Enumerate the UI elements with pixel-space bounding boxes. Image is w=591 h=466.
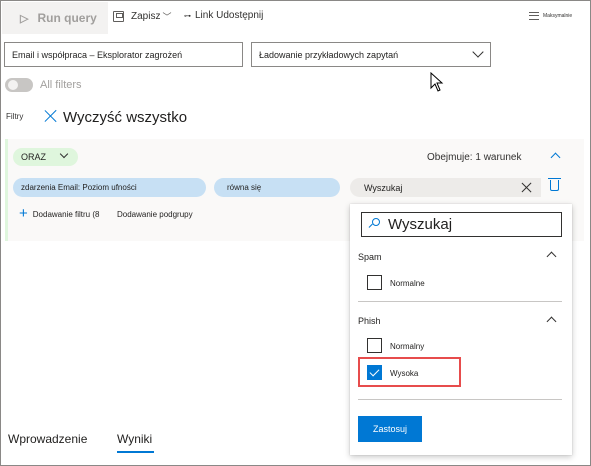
chevron-down-icon: ﹀	[162, 12, 172, 22]
toolbar: ▷ Run query Zapisz ﹀ ⊶ Link Udostępnij M…	[1, 1, 590, 34]
chevron-down-icon	[472, 46, 484, 58]
link-icon: ⊶	[184, 12, 191, 20]
sample-queries-value: Ładowanie przykładowych zapytań	[259, 49, 399, 60]
clear-value-icon[interactable]	[513, 178, 541, 197]
explorer-select-value: Email i współpraca – Eksplorator zagroże…	[12, 49, 183, 60]
save-button[interactable]: Zapisz ﹀	[113, 10, 171, 23]
applies-to-label: Obejmuje: 1 warunek	[427, 152, 522, 163]
close-icon[interactable]	[44, 109, 58, 123]
filter-value-label: Wyszukaj	[364, 182, 403, 193]
add-filter-label: Dodawanie filtru (8	[32, 209, 100, 219]
filter-operator-label: równa się	[227, 183, 262, 192]
filter-operator-pill[interactable]: równa się	[214, 178, 340, 197]
run-query-button[interactable]: ▷ Run query	[2, 2, 108, 34]
filter-field-pill[interactable]: zdarzenia Email: Poziom ufności	[13, 178, 206, 197]
explorer-select[interactable]: Email i współpraca – Eksplorator zagroże…	[4, 42, 243, 67]
panel-search-input[interactable]: Wyszukaj	[361, 212, 562, 237]
play-icon: ▷	[20, 12, 29, 25]
run-query-label: Run query	[37, 11, 97, 25]
clear-all-button[interactable]: Wyczyść wszystko	[63, 109, 187, 126]
checkbox-label: Normalne	[390, 279, 425, 288]
apply-button[interactable]: Zastosuj	[358, 416, 422, 442]
search-icon	[368, 218, 380, 229]
checkbox-spam-normal[interactable]	[367, 275, 382, 290]
sample-queries-select[interactable]: Ładowanie przykładowych zapytań	[251, 42, 491, 67]
save-icon	[113, 11, 124, 22]
maximize-label: Maksymalnie	[543, 13, 573, 19]
mouse-cursor-icon	[430, 72, 444, 92]
active-tab-indicator	[117, 451, 154, 453]
tab-introduction[interactable]: Wprowadzenie	[8, 432, 87, 446]
share-link-button[interactable]: ⊶ Link Udostępnij	[184, 10, 263, 21]
all-filters-toggle[interactable]	[5, 78, 33, 92]
group-operator-dropdown[interactable]: ORAZ	[13, 148, 78, 166]
highlight-box	[358, 357, 461, 387]
all-filters-label: All filters	[40, 79, 82, 91]
section-divider	[358, 301, 562, 302]
section-title-phish: Phish	[358, 316, 381, 326]
maximize-button[interactable]: Maksymalnie	[529, 12, 572, 20]
add-subgroup-button[interactable]: Dodawanie podgrupy	[117, 210, 193, 219]
filter-value-input[interactable]: Wyszukaj	[350, 178, 513, 197]
checkbox-phish-normal[interactable]	[367, 338, 382, 353]
filters-label: Filtry	[6, 112, 24, 121]
section-divider	[358, 399, 562, 400]
group-operator-label: ORAZ	[21, 152, 47, 162]
filter-field-label: zdarzenia Email: Poziom ufności	[21, 183, 137, 192]
plus-icon: +	[19, 205, 28, 222]
panel-search-placeholder: Wyszukaj	[388, 216, 453, 233]
apply-label: Zastosuj	[372, 424, 407, 434]
save-label: Zapisz	[131, 11, 161, 22]
add-filter-button[interactable]: + Dodawanie filtru (8	[19, 205, 100, 222]
tab-results[interactable]: Wyniki	[117, 432, 152, 446]
share-label: Link Udostępnij	[195, 10, 264, 21]
trash-icon[interactable]	[548, 178, 561, 191]
toggle-knob	[8, 80, 18, 90]
checkbox-label: Normalny	[390, 342, 425, 351]
chevron-down-icon	[59, 149, 69, 159]
maximize-icon	[529, 12, 539, 20]
section-title-spam: Spam	[358, 252, 382, 262]
